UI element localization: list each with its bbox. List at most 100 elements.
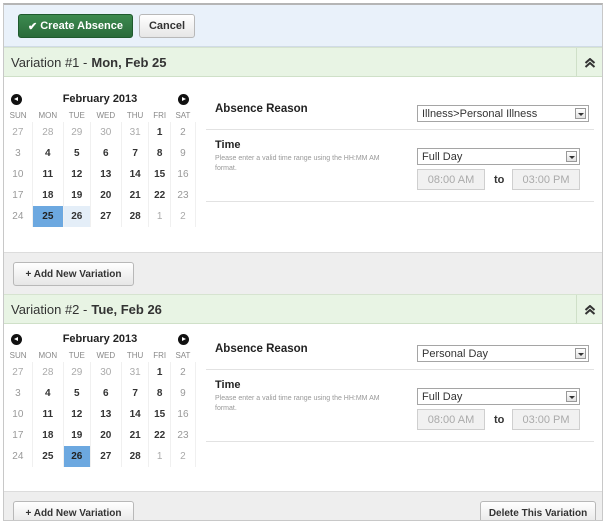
calendar-day[interactable]: 28 bbox=[121, 446, 150, 467]
calendar-day[interactable]: 17 bbox=[4, 425, 33, 446]
cancel-button[interactable]: Cancel bbox=[139, 14, 195, 38]
start-time-input[interactable]: 08:00 AM bbox=[417, 409, 485, 430]
collapse-variation-1-button[interactable] bbox=[576, 48, 602, 77]
calendar-day[interactable]: 20 bbox=[90, 425, 122, 446]
calendar-day[interactable]: 1 bbox=[148, 362, 171, 383]
calendar-day[interactable]: 2 bbox=[170, 362, 197, 383]
calendar-week-row: 24 25 26 27 28 1 2 bbox=[4, 446, 197, 467]
calendar-day[interactable]: 5 bbox=[63, 143, 91, 164]
calendar-day[interactable]: 31 bbox=[121, 122, 150, 143]
calendar-day[interactable]: 4 bbox=[32, 383, 64, 404]
calendar-day[interactable]: 2 bbox=[170, 122, 197, 143]
calendar-day[interactable]: 9 bbox=[170, 143, 197, 164]
calendar-day[interactable]: 30 bbox=[90, 122, 122, 143]
calendar-day[interactable]: 13 bbox=[90, 164, 122, 185]
calendar-day[interactable]: 7 bbox=[121, 143, 150, 164]
calendar-day[interactable]: 12 bbox=[63, 164, 91, 185]
calendar-day[interactable]: 26 bbox=[63, 446, 91, 467]
calendar-day[interactable]: 29 bbox=[63, 122, 91, 143]
calendar-day[interactable]: 16 bbox=[170, 404, 197, 425]
calendar-day[interactable]: 24 bbox=[4, 446, 33, 467]
calendar-day[interactable]: 21 bbox=[121, 425, 150, 446]
variation-2-header[interactable]: Variation #2 - Tue, Feb 26 bbox=[4, 294, 602, 324]
end-time-input[interactable]: 03:00 PM bbox=[512, 409, 580, 430]
calendar-day[interactable]: 23 bbox=[170, 425, 197, 446]
calendar-day[interactable]: 11 bbox=[32, 164, 64, 185]
calendar-day[interactable]: 27 bbox=[4, 362, 33, 383]
calendar-day[interactable]: 1 bbox=[148, 122, 171, 143]
calendar-day[interactable]: 29 bbox=[63, 362, 91, 383]
calendar-day[interactable]: 22 bbox=[148, 185, 171, 206]
calendar-day[interactable]: 2 bbox=[170, 446, 197, 467]
calendar-day[interactable]: 25 bbox=[32, 446, 64, 467]
variation-2-form: Absence Reason Personal Day Time Please … bbox=[206, 329, 600, 489]
collapse-variation-2-button[interactable] bbox=[576, 295, 602, 324]
calendar-day[interactable]: 27 bbox=[90, 206, 122, 227]
calendar-day[interactable]: 19 bbox=[63, 425, 91, 446]
calendar-day[interactable]: 4 bbox=[32, 143, 64, 164]
calendar-day[interactable]: 27 bbox=[90, 446, 122, 467]
calendar-day[interactable]: 12 bbox=[63, 404, 91, 425]
calendar-day[interactable]: 28 bbox=[32, 362, 64, 383]
calendar-day[interactable]: 6 bbox=[90, 383, 122, 404]
calendar-day[interactable]: 25 bbox=[32, 206, 64, 227]
calendar-day[interactable]: 2 bbox=[170, 206, 197, 227]
variation-1-header[interactable]: Variation #1 - Mon, Feb 25 bbox=[4, 47, 602, 77]
calendar-day[interactable]: 30 bbox=[90, 362, 122, 383]
calendar-day[interactable]: 26 bbox=[63, 206, 91, 227]
end-time-input[interactable]: 03:00 PM bbox=[512, 169, 580, 190]
calendar-day[interactable]: 27 bbox=[4, 122, 33, 143]
add-new-variation-button[interactable]: + Add New Variation bbox=[13, 501, 134, 520]
weekday-label: SUN bbox=[9, 351, 27, 360]
calendar-day[interactable]: 13 bbox=[90, 404, 122, 425]
calendar-day[interactable]: 1 bbox=[148, 206, 171, 227]
calendar-day[interactable]: 28 bbox=[32, 122, 64, 143]
absence-reason-select[interactable]: Personal Day bbox=[417, 345, 589, 362]
time-range-value: Full Day bbox=[422, 390, 463, 403]
weekday-label: SAT bbox=[175, 351, 191, 360]
calendar-day[interactable]: 18 bbox=[32, 185, 64, 206]
calendar-day[interactable]: 15 bbox=[148, 404, 171, 425]
prev-month-icon[interactable] bbox=[11, 93, 22, 105]
time-range-select[interactable]: Full Day bbox=[417, 148, 580, 165]
calendar-day[interactable]: 3 bbox=[4, 143, 33, 164]
calendar-day[interactable]: 31 bbox=[121, 362, 150, 383]
next-month-icon[interactable] bbox=[177, 93, 189, 105]
calendar-day[interactable]: 5 bbox=[63, 383, 91, 404]
calendar-day[interactable]: 14 bbox=[121, 164, 150, 185]
calendar-day[interactable]: 3 bbox=[4, 383, 33, 404]
absence-reason-select[interactable]: Illness>Personal Illness bbox=[417, 105, 589, 122]
delete-variation-button[interactable]: Delete This Variation bbox=[480, 501, 596, 520]
calendar-day[interactable]: 11 bbox=[32, 404, 64, 425]
calendar-day[interactable]: 19 bbox=[63, 185, 91, 206]
time-range-select[interactable]: Full Day bbox=[417, 388, 580, 405]
calendar-month-label: February 2013 bbox=[62, 333, 138, 345]
calendar-day[interactable]: 22 bbox=[148, 425, 171, 446]
add-new-variation-button[interactable]: + Add New Variation bbox=[13, 262, 134, 286]
calendar-day[interactable]: 1 bbox=[148, 446, 171, 467]
variation-1-date: Mon, Feb 25 bbox=[91, 54, 167, 70]
calendar-day[interactable]: 15 bbox=[148, 164, 171, 185]
calendar-day[interactable]: 8 bbox=[148, 383, 171, 404]
weekday-header-row: SUN MON TUE WED THU FRI SAT bbox=[4, 109, 196, 122]
calendar-day[interactable]: 23 bbox=[170, 185, 197, 206]
calendar-day[interactable]: 8 bbox=[148, 143, 171, 164]
prev-month-icon[interactable] bbox=[11, 333, 22, 345]
calendar-day[interactable]: 18 bbox=[32, 425, 64, 446]
calendar-day[interactable]: 28 bbox=[121, 206, 150, 227]
calendar-day[interactable]: 10 bbox=[4, 164, 33, 185]
calendar-day[interactable]: 9 bbox=[170, 383, 197, 404]
calendar-day[interactable]: 7 bbox=[121, 383, 150, 404]
calendar-day[interactable]: 24 bbox=[4, 206, 33, 227]
calendar-day[interactable]: 14 bbox=[121, 404, 150, 425]
start-time-input[interactable]: 08:00 AM bbox=[417, 169, 485, 190]
calendar-day[interactable]: 20 bbox=[90, 185, 122, 206]
create-absence-button[interactable]: ✔ Create Absence bbox=[18, 14, 133, 38]
calendar-day[interactable]: 6 bbox=[90, 143, 122, 164]
calendar-day[interactable]: 21 bbox=[121, 185, 150, 206]
variation-1-footer: + Add New Variation bbox=[4, 252, 602, 294]
calendar-day[interactable]: 10 bbox=[4, 404, 33, 425]
next-month-icon[interactable] bbox=[177, 333, 189, 345]
calendar-day[interactable]: 17 bbox=[4, 185, 33, 206]
calendar-day[interactable]: 16 bbox=[170, 164, 197, 185]
